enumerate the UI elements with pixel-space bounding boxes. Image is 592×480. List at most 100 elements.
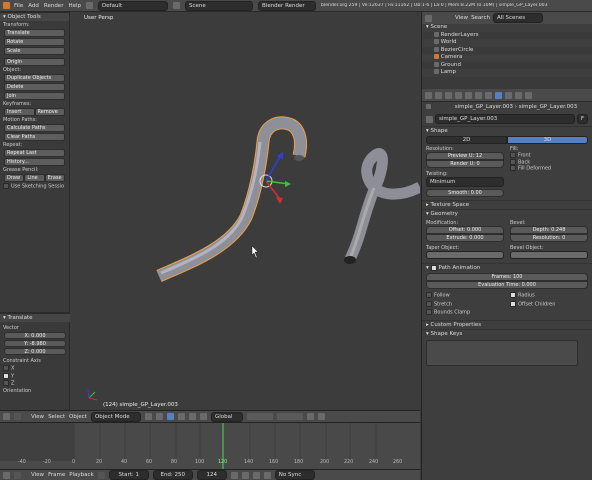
offset-children-option[interactable]: Offset Children [510,300,588,307]
outliner-row-world[interactable]: World [422,39,592,47]
outliner-filter[interactable]: All Scenes [492,13,543,23]
scene-tab-icon[interactable] [445,91,452,99]
physics-tab-icon[interactable] [525,91,532,99]
scale-manipulator-icon[interactable] [199,413,207,420]
frames-field[interactable]: Frames: 100 [426,273,588,281]
path-animation-checkbox[interactable] [430,264,437,271]
outliner-search-menu[interactable]: Search [471,15,490,21]
fill-back-checkbox[interactable] [510,158,516,165]
object-tools-header[interactable]: ▾ Object Tools [0,12,69,21]
vector-y-field[interactable]: Y: -8.980 [4,340,66,347]
sketching-session-option[interactable]: Use Sketching Sessio [3,183,66,190]
layout-selector[interactable]: Default [98,0,169,11]
properties-editor-icon[interactable] [425,91,432,99]
depth-field[interactable]: Depth: 0.248 [510,226,588,234]
duplicate-objects-button[interactable]: Duplicate Objects [4,74,65,82]
texture-tab-icon[interactable] [515,91,522,99]
bounds-clamp-checkbox[interactable] [426,309,432,315]
outliner-row-beziercircle[interactable]: BezierCircle [422,46,592,55]
fill-deformed-checkbox[interactable] [510,165,516,171]
modifiers-tab-icon[interactable] [485,91,492,99]
repeat-last-button[interactable]: Repeat Last [4,149,65,157]
curve-datablock-icon[interactable] [426,115,433,123]
outliner-view-menu[interactable]: View [455,15,468,21]
origin-button[interactable]: Origin [4,58,65,66]
tab-3d[interactable]: 3D [507,136,588,144]
play-reverse-icon[interactable] [241,471,249,479]
render-tab-icon[interactable] [435,91,442,99]
blender-logo-icon[interactable] [3,2,10,9]
object-tab-icon[interactable] [465,91,472,99]
constraints-tab-icon[interactable] [475,91,482,99]
render-preview-icon[interactable] [317,413,325,420]
clear-paths-button[interactable]: Clear Paths [4,133,65,141]
render-u-field[interactable]: Render U: 0 [426,160,504,168]
evaluation-time-field[interactable]: Evaluation Time: 0.000 [426,281,588,289]
menu-add[interactable]: Add [28,3,39,9]
curve-data-tab-icon[interactable] [495,91,502,99]
rotate-button[interactable]: Rotate [4,38,65,46]
taper-object-field[interactable] [426,251,504,259]
line-button[interactable]: Line [24,174,45,182]
translate-button[interactable]: Translate [4,29,65,37]
fill-front-checkbox[interactable] [510,152,516,158]
follow-checkbox[interactable] [426,292,432,298]
render-engine-selector[interactable]: Blender Render [258,0,317,11]
timeline-editor-type-icon[interactable] [3,471,10,479]
bevel-resolution-field[interactable]: Resolution: 0 [510,234,588,242]
layer-buttons-icon[interactable] [246,413,273,420]
menu-render[interactable]: Render [44,3,64,9]
delete-button[interactable]: Delete [4,83,65,91]
world-tab-icon[interactable] [455,91,462,99]
shape-panel-header[interactable]: ▾ Shape [422,126,592,135]
constraint-x-checkbox[interactable] [3,365,9,371]
bounds-clamp-option[interactable]: Bounds Clamp [426,309,504,316]
tl-menu-playback[interactable]: Playback [69,472,94,478]
constraint-z-option[interactable]: Z [3,380,67,387]
radius-option[interactable]: Radius [510,292,588,299]
texture-space-panel-header[interactable]: ▸ Texture Space [422,200,592,209]
jump-end-icon[interactable] [263,471,271,479]
vp-menu-select[interactable]: Select [48,414,65,420]
erase-button[interactable]: Erase [44,174,65,182]
current-frame-field[interactable]: 124 [196,470,227,480]
join-button[interactable]: Join [4,92,65,100]
transform-orientation-selector[interactable]: Global [210,411,243,422]
pivot-point-icon[interactable] [155,413,163,420]
timeline[interactable]: -40 -20 0 20 40 60 80 100 120 140 160 18… [0,423,420,469]
stretch-option[interactable]: Stretch [426,300,504,307]
viewport-shading-icon[interactable] [144,413,152,420]
end-frame-field[interactable]: End: 250 [152,470,193,480]
preview-u-field[interactable]: Preview U: 12 [426,152,504,160]
smooth-field[interactable]: Smooth: 0.00 [426,189,504,197]
fake-user-button[interactable]: F [576,114,588,124]
sketching-checkbox[interactable] [3,183,9,189]
material-tab-icon[interactable] [505,91,512,99]
vp-menu-view[interactable]: View [31,414,44,420]
menu-file[interactable]: File [14,3,23,9]
remove-keyframe-button[interactable]: Remove [34,108,65,116]
play-icon[interactable] [252,471,260,479]
constraint-y-option[interactable]: Y [3,372,67,379]
draw-button[interactable]: Draw [4,174,25,182]
vector-z-field[interactable]: Z: 0.000 [4,348,66,355]
history-button[interactable]: History... [4,158,65,166]
tl-menu-frame[interactable]: Frame [48,472,65,478]
scene-selector[interactable]: Scene [185,0,254,11]
tab-2d[interactable]: 2D [426,136,507,144]
fill-deformed-option[interactable]: Fill Deformed [510,165,588,172]
editor-type-icon[interactable] [3,413,10,420]
jump-start-icon[interactable] [230,471,238,479]
calculate-paths-button[interactable]: Calculate Paths [4,124,65,132]
pin-icon[interactable] [426,104,431,109]
constraint-y-checkbox[interactable] [3,372,9,379]
constraint-x-option[interactable]: X [3,365,67,372]
datablock-name-field[interactable]: simple_GP_Layer.003 [435,114,575,124]
geometry-panel-header[interactable]: ▾ Geometry [422,209,592,218]
translate-manipulator-icon[interactable] [177,413,185,420]
vector-x-field[interactable]: X: 0.000 [4,332,66,339]
insert-keyframe-button[interactable]: Insert [4,108,35,116]
timeline-menu-toggle-icon[interactable] [14,471,21,479]
constraint-z-checkbox[interactable] [3,380,9,386]
menu-toggle-icon[interactable] [14,413,21,420]
